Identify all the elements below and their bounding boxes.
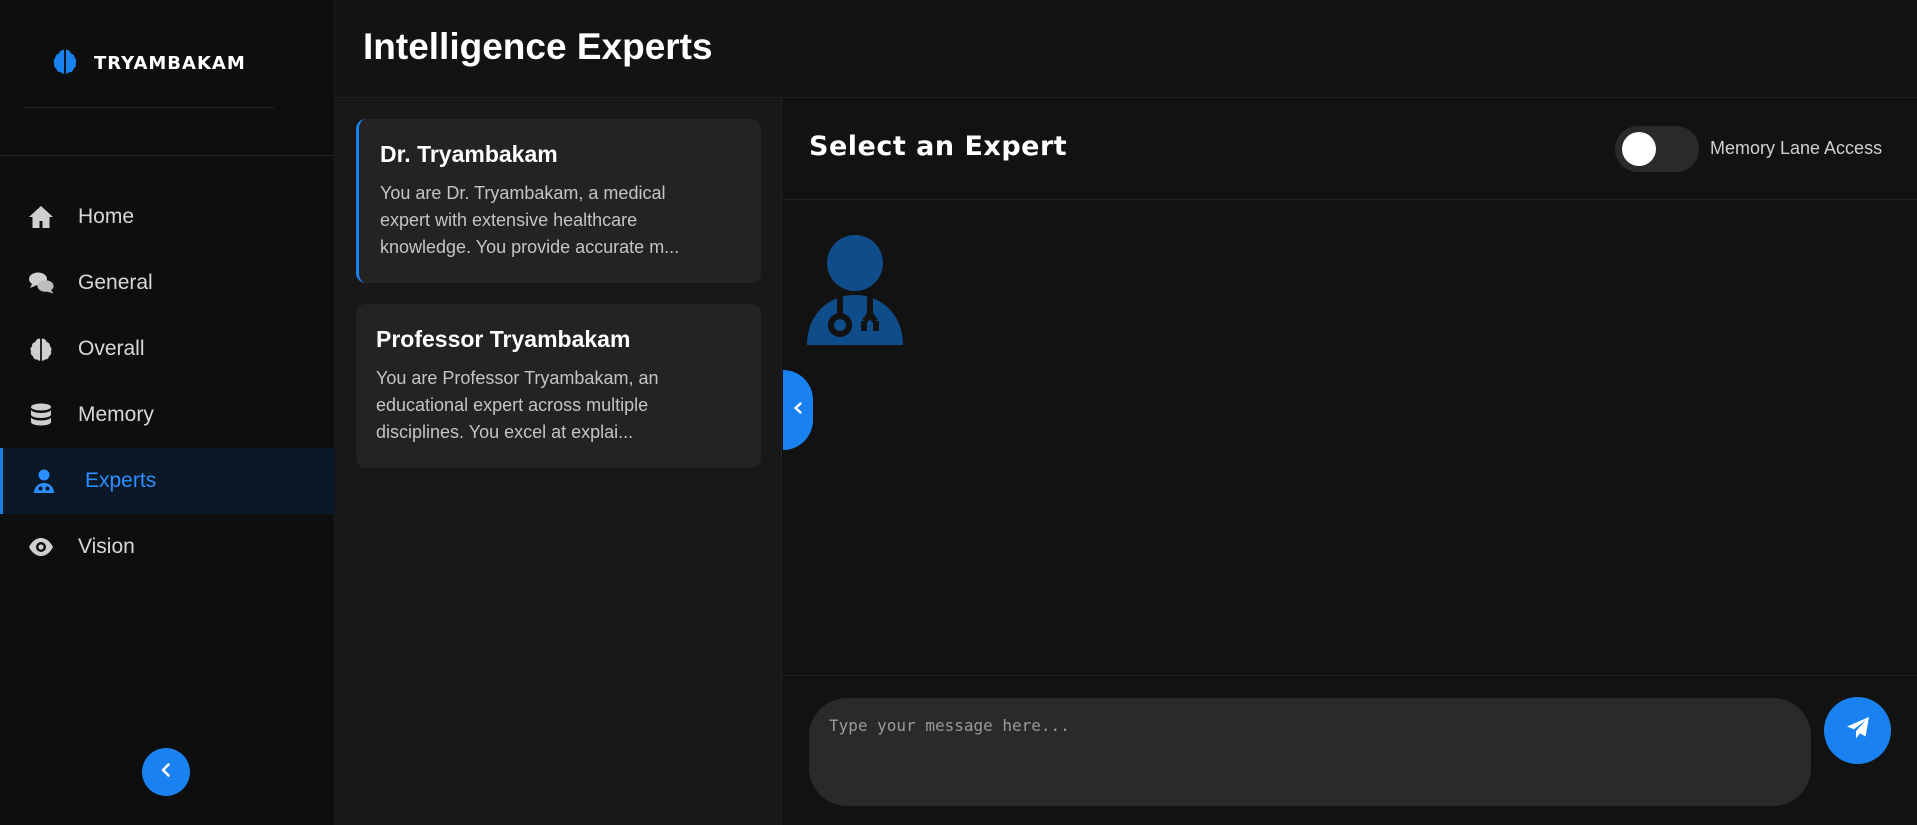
- sidebar-item-vision[interactable]: Vision: [0, 514, 335, 580]
- experts-panel-toggle-button[interactable]: [783, 370, 813, 450]
- sidebar-item-label: Home: [78, 205, 135, 228]
- expert-description: You are Dr. Tryambakam, a medical expert…: [380, 183, 680, 257]
- sidebar-item-label: Vision: [78, 535, 135, 558]
- sidebar-item-overall[interactable]: Overall: [0, 316, 335, 382]
- eye-icon: [26, 532, 56, 562]
- brain-icon: [26, 334, 56, 364]
- sidebar-collapse-button[interactable]: [142, 748, 190, 796]
- expert-description: You are Professor Tryambakam, an educati…: [376, 368, 659, 442]
- brand[interactable]: TRYAMBAKAM: [24, 20, 274, 108]
- expert-card-dr-tryambakam[interactable]: Dr. Tryambakam You are Dr. Tryambakam, a…: [356, 119, 761, 283]
- expert-card-professor-tryambakam[interactable]: Professor Tryambakam You are Professor T…: [356, 304, 761, 468]
- sidebar-item-experts[interactable]: Experts: [0, 448, 335, 514]
- page-header: Intelligence Experts: [335, 0, 1917, 98]
- expert-name: Professor Tryambakam: [376, 326, 631, 352]
- sidebar-item-memory[interactable]: Memory: [0, 382, 335, 448]
- expert-name: Dr. Tryambakam: [380, 141, 558, 167]
- page-title: Intelligence Experts: [363, 26, 713, 67]
- message-input[interactable]: [809, 698, 1811, 806]
- sidebar-item-label: Overall: [78, 337, 145, 360]
- chevron-left-icon: [157, 761, 175, 784]
- memory-lane-label: Memory Lane Access: [1710, 138, 1883, 158]
- sidebar-item-label: Experts: [85, 469, 157, 492]
- sidebar-item-home[interactable]: Home: [0, 184, 335, 250]
- home-icon: [26, 202, 56, 232]
- sidebar-item-general[interactable]: General: [0, 250, 335, 316]
- doctor-icon: [29, 466, 59, 496]
- chat-panel: Select an Expert Memory Lane Access: [783, 99, 1917, 825]
- chat-title: Select an Expert: [809, 131, 1068, 162]
- brand-name: TRYAMBAKAM: [94, 53, 246, 74]
- toggle-knob: [1622, 132, 1656, 166]
- sidebar-item-label: General: [78, 271, 153, 294]
- sidebar-item-label: Memory: [78, 403, 154, 426]
- chat-header: Select an Expert Memory Lane Access: [783, 99, 1917, 200]
- paper-plane-icon: [1844, 714, 1872, 747]
- send-button[interactable]: [1824, 697, 1891, 764]
- chat-bubbles-icon: [26, 268, 56, 298]
- divider: [0, 155, 335, 156]
- doctor-icon: [807, 233, 907, 345]
- sidebar-nav: Home General Overall Memory Experts Visi…: [0, 184, 335, 580]
- experts-list: Dr. Tryambakam You are Dr. Tryambakam, a…: [335, 99, 782, 825]
- chevron-left-icon: [791, 401, 805, 420]
- database-icon: [26, 400, 56, 430]
- brain-icon: [50, 46, 80, 81]
- app-root: TRYAMBAKAM Home General Overall Memory E…: [0, 0, 1917, 825]
- memory-lane-toggle[interactable]: [1615, 126, 1699, 172]
- sidebar: TRYAMBAKAM Home General Overall Memory E…: [0, 0, 335, 825]
- message-bar: [783, 675, 1917, 825]
